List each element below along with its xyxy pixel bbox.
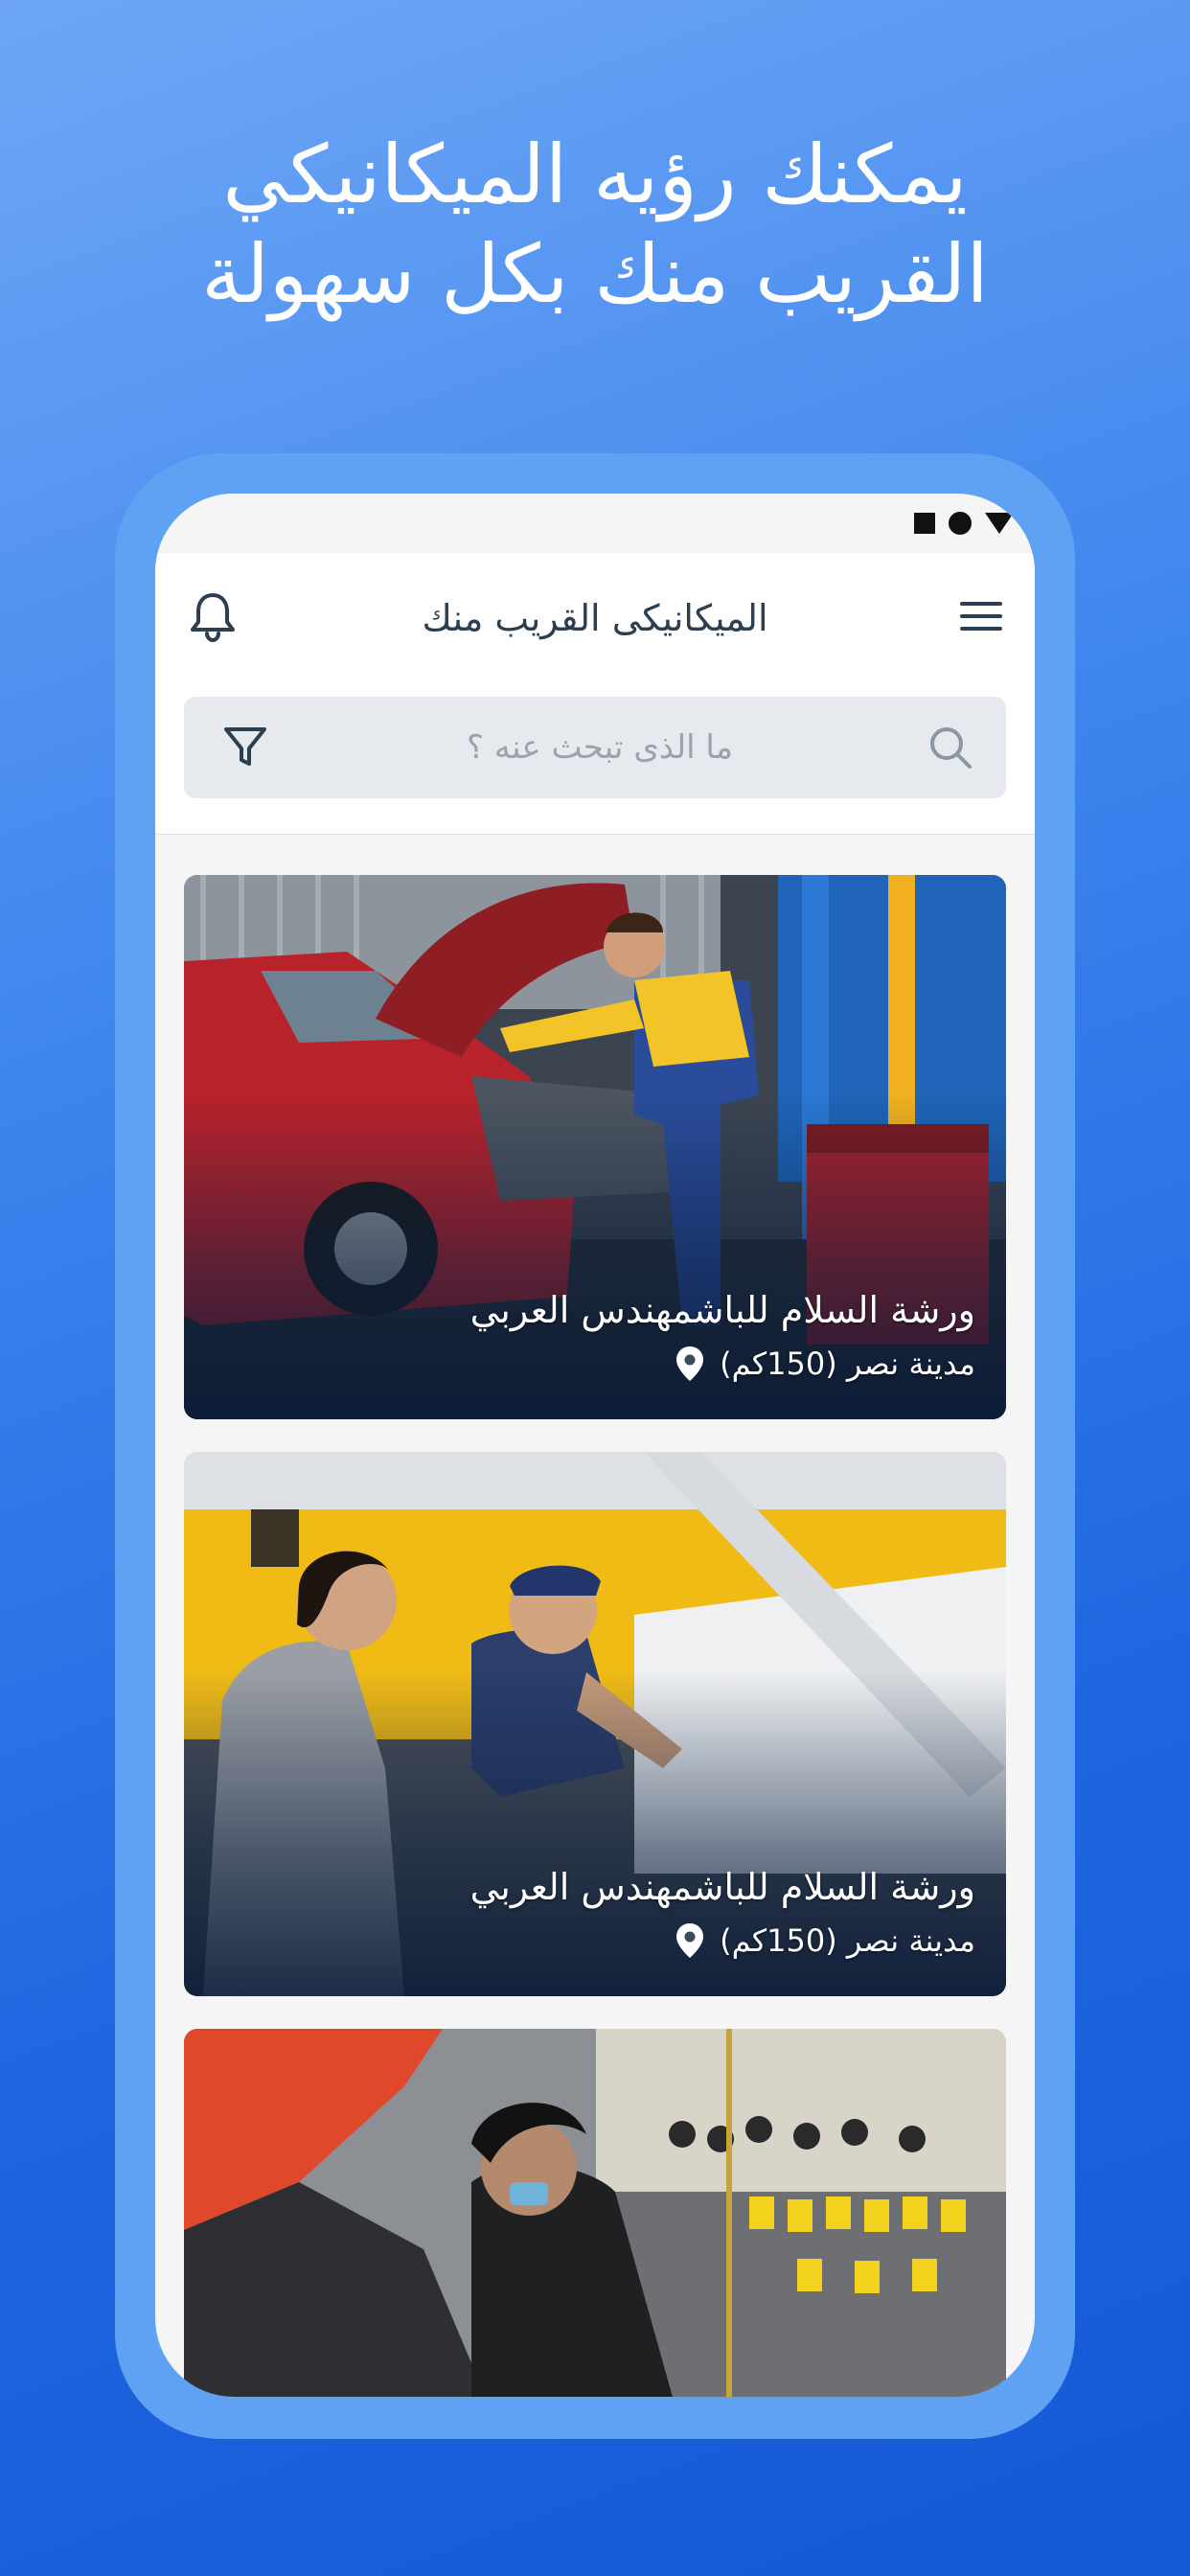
search-input[interactable] [299, 697, 901, 798]
square-icon [914, 513, 935, 534]
triangle-icon [985, 513, 1014, 534]
location-pin-icon [676, 1923, 704, 1958]
workshop-card[interactable]: ورشة السلام للباشمهندس العربي مدينة نصر … [184, 875, 1006, 1419]
workshop-location: مدينة نصر (150كم) [674, 1345, 975, 1383]
workshop-location-text: مدينة نصر (150كم) [720, 1346, 975, 1382]
page-title: الميكانيكى القريب منك [422, 597, 768, 639]
filter-icon[interactable] [218, 720, 272, 773]
menu-icon [960, 602, 1002, 631]
workshop-location-text: مدينة نصر (150كم) [720, 1922, 975, 1959]
workshop-photo [184, 2029, 1006, 2397]
search-section [155, 697, 1035, 835]
promo-line-1: يمكنك رؤيه الميكانيكي [222, 127, 968, 221]
promo-line-2: القريب منك بكل سهولة [201, 227, 989, 321]
status-icons [914, 512, 1014, 535]
workshop-name: ورشة السلام للباشمهندس العربي [469, 1289, 975, 1331]
workshop-card[interactable]: ورشة السلام للباشمهندس العربي مدينة نصر … [184, 1452, 1006, 1996]
status-bar [155, 494, 1035, 553]
app-bar: الميكانيكى القريب منك [155, 553, 1035, 697]
menu-button[interactable] [956, 591, 1006, 641]
phone-screen: الميكانيكى القريب منك ما الذى تبحث عنه ؟… [155, 494, 1035, 2397]
promo-headline: يمكنك رؤيه الميكانيكي القريب منك بكل سهو… [0, 125, 1190, 324]
workshop-location: مدينة نصر (150كم) [674, 1921, 975, 1960]
notifications-button[interactable] [184, 587, 241, 645]
search-bar [184, 697, 1006, 798]
search-icon[interactable] [924, 721, 977, 774]
workshop-card[interactable] [184, 2029, 1006, 2397]
location-pin-icon [676, 1346, 704, 1381]
workshop-name: ورشة السلام للباشمهندس العربي [469, 1866, 975, 1908]
circle-icon [949, 512, 972, 535]
bell-icon [191, 593, 235, 643]
